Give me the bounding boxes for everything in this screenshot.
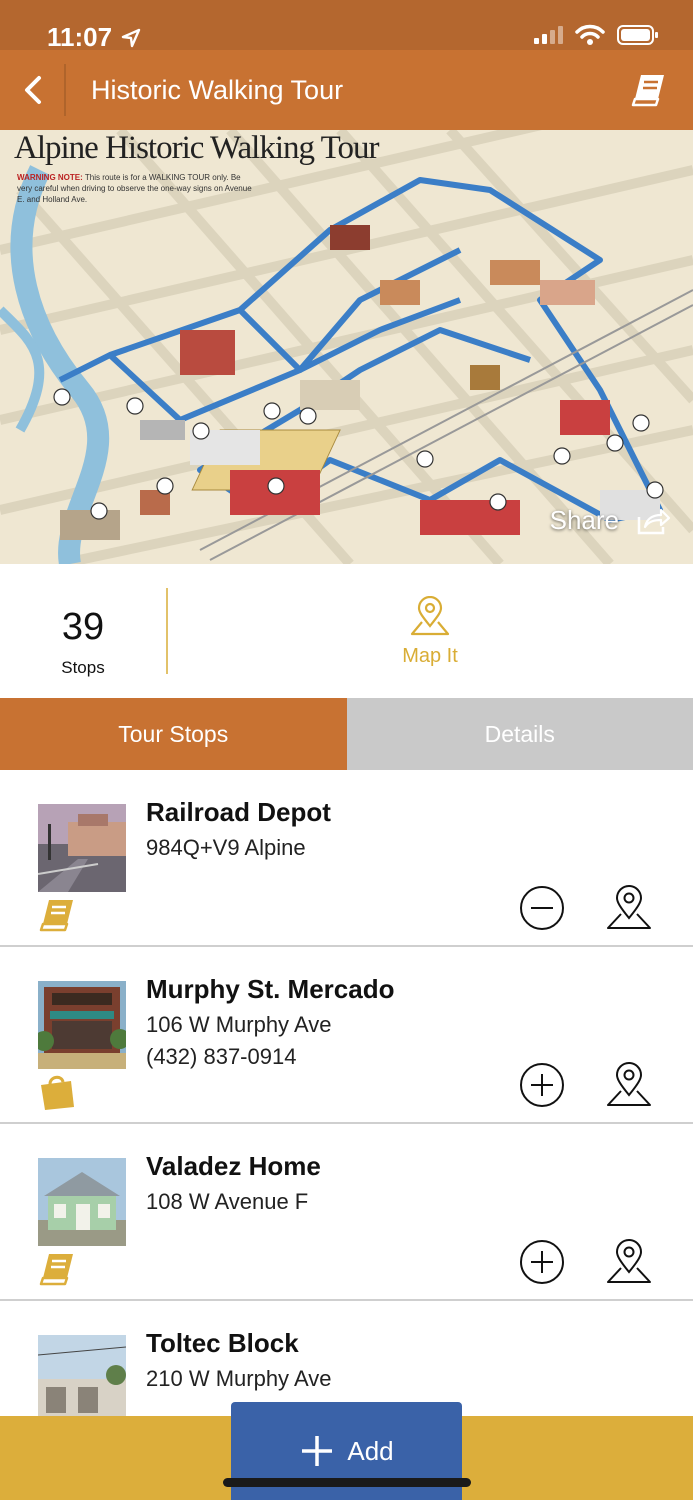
stops-label: Stops bbox=[61, 658, 105, 677]
stop-thumbnail bbox=[38, 981, 126, 1069]
stops-list: Railroad Depot 984Q+V9 Alpine Murphy St.… bbox=[0, 770, 693, 1416]
map-pin-icon bbox=[410, 595, 450, 636]
locate-stop-button[interactable] bbox=[605, 1238, 653, 1286]
stop-title: Toltec Block bbox=[146, 1328, 299, 1358]
share-icon bbox=[637, 508, 671, 534]
battery-icon bbox=[617, 25, 658, 45]
wifi-icon bbox=[575, 24, 605, 45]
railroad-depot-photo bbox=[38, 804, 126, 892]
list-item[interactable]: Valadez Home 108 W Avenue F bbox=[0, 1124, 693, 1301]
tour-map[interactable]: Alpine Historic Walking Tour WARNING NOT… bbox=[0, 130, 693, 564]
list-item[interactable]: Murphy St. Mercado 106 W Murphy Ave (432… bbox=[0, 947, 693, 1124]
book-icon bbox=[39, 1254, 73, 1286]
stop-address: 210 W Murphy Ave bbox=[146, 1366, 332, 1391]
map-it-button[interactable]: Map It bbox=[366, 595, 494, 668]
book-icon bbox=[631, 75, 664, 107]
back-button[interactable] bbox=[14, 70, 54, 110]
valadez-home-photo bbox=[38, 1158, 126, 1246]
location-arrow-icon bbox=[121, 28, 141, 48]
chevron-left-icon bbox=[25, 76, 41, 104]
toltec-block-photo bbox=[38, 1335, 126, 1416]
stop-thumbnail bbox=[38, 1158, 126, 1246]
stop-title: Valadez Home bbox=[146, 1151, 321, 1181]
stop-title: Murphy St. Mercado bbox=[146, 974, 395, 1004]
locate-stop-button[interactable] bbox=[605, 1061, 653, 1109]
status-indicators bbox=[533, 24, 659, 46]
list-item[interactable]: Toltec Block 210 W Murphy Ave bbox=[0, 1301, 693, 1416]
tour-stats: 39 Stops Map It bbox=[0, 576, 693, 696]
status-bar: 11:07 bbox=[0, 0, 693, 52]
add-button-label: Add bbox=[347, 1435, 394, 1466]
guide-button[interactable] bbox=[631, 72, 671, 112]
stop-address: 984Q+V9 Alpine bbox=[146, 835, 306, 860]
nav-divider bbox=[64, 64, 66, 116]
stop-title: Railroad Depot bbox=[146, 797, 331, 827]
tab-details[interactable]: Details bbox=[346, 698, 693, 770]
map-title: Alpine Historic Walking Tour bbox=[14, 130, 380, 166]
stop-thumbnail bbox=[38, 1335, 126, 1416]
home-indicator[interactable] bbox=[223, 1478, 471, 1487]
map-warning-label: WARNING NOTE: bbox=[17, 173, 83, 182]
stats-divider bbox=[166, 588, 168, 674]
page-title: Historic Walking Tour bbox=[91, 75, 344, 105]
book-icon bbox=[39, 900, 73, 932]
shopping-bag-icon bbox=[41, 1075, 74, 1110]
map-it-label: Map It bbox=[402, 645, 458, 667]
share-label: Share bbox=[549, 505, 619, 535]
tab-tour-stops[interactable]: Tour Stops bbox=[0, 698, 347, 770]
tab-bar: Tour Stops Details bbox=[0, 698, 693, 770]
plus-icon bbox=[302, 1436, 333, 1466]
stop-address: 106 W Murphy Ave bbox=[146, 1012, 332, 1037]
signal-icon bbox=[534, 26, 563, 44]
stop-phone[interactable]: (432) 837-0914 bbox=[146, 1044, 296, 1070]
remove-stop-button[interactable] bbox=[518, 884, 566, 932]
map-warning: WARNING NOTE: This route is for a WALKIN… bbox=[17, 172, 257, 205]
status-time: 11:07 bbox=[47, 22, 113, 52]
stop-thumbnail bbox=[38, 804, 126, 892]
murphy-st-mercado-photo bbox=[38, 981, 126, 1069]
stops-count: 39 bbox=[61, 606, 105, 648]
stop-address: 108 W Avenue F bbox=[146, 1189, 309, 1214]
add-stop-button[interactable] bbox=[518, 1238, 566, 1286]
share-button[interactable]: Share bbox=[550, 505, 671, 536]
add-stop-button[interactable] bbox=[518, 1061, 566, 1109]
nav-bar: Historic Walking Tour bbox=[0, 50, 693, 130]
list-item[interactable]: Railroad Depot 984Q+V9 Alpine bbox=[0, 770, 693, 947]
locate-stop-button[interactable] bbox=[605, 884, 653, 932]
